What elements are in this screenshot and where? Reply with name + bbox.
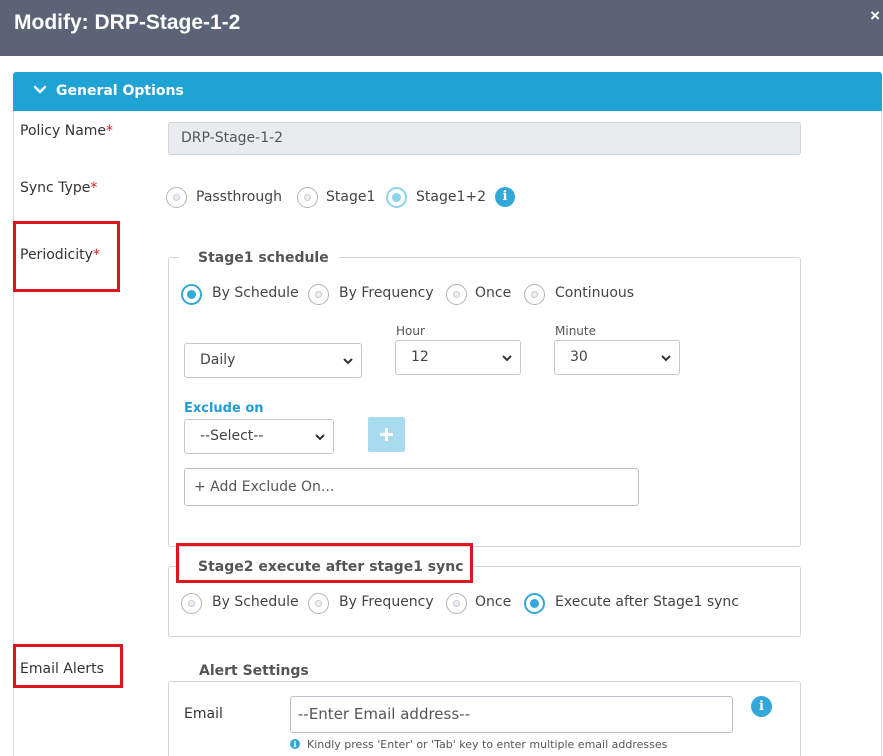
stage2-by-frequency-label[interactable]: By Frequency: [339, 593, 434, 611]
stage2-by-schedule-label[interactable]: By Schedule: [212, 593, 299, 611]
sync-type-stage1-label[interactable]: Stage1: [326, 188, 375, 206]
stage1-by-frequency-radio[interactable]: [308, 284, 329, 305]
stage2-legend: Stage2 execute after stage1 sync: [179, 557, 474, 577]
chevron-down-icon: [661, 355, 671, 362]
sync-type-passthrough-label[interactable]: Passthrough: [196, 188, 282, 206]
email-label: Email: [184, 706, 223, 722]
sync-type-label: Sync Type*: [20, 180, 98, 196]
exclude-on-select-value: --Select--: [200, 428, 264, 444]
stage1-by-schedule-radio[interactable]: [181, 284, 202, 305]
policy-name-field: DRP-Stage-1-2: [168, 122, 801, 155]
stage1-schedule-legend: Stage1 schedule: [179, 248, 339, 268]
sync-type-stage1-2-label[interactable]: Stage1+2: [416, 188, 486, 206]
chevron-down-icon: [502, 355, 512, 362]
email-hint-text: Kindly press 'Enter' or 'Tab' key to ent…: [307, 738, 668, 751]
stage1-once-label[interactable]: Once: [475, 284, 511, 302]
info-icon[interactable]: i: [751, 696, 772, 717]
stage2-by-frequency-radio[interactable]: [308, 593, 329, 614]
modal-header: Modify: DRP-Stage-1-2 ×: [0, 0, 883, 56]
add-exclude-on-input[interactable]: + Add Exclude On...: [184, 468, 639, 506]
stage1-continuous-radio[interactable]: [524, 284, 545, 305]
close-icon[interactable]: ×: [870, 6, 880, 26]
required-mark: *: [92, 247, 100, 263]
stage2-once-radio[interactable]: [446, 593, 467, 614]
sync-type-passthrough-radio[interactable]: [166, 187, 187, 208]
required-mark: *: [90, 180, 98, 196]
required-mark: *: [106, 123, 114, 139]
stage2-by-schedule-radio[interactable]: [181, 593, 202, 614]
minute-label: Minute: [555, 324, 596, 338]
exclude-on-select[interactable]: --Select--: [184, 419, 334, 454]
stage1-by-schedule-label[interactable]: By Schedule: [212, 284, 299, 302]
sync-type-stage1-radio[interactable]: [297, 187, 318, 208]
sync-type-stage1-2-radio[interactable]: [386, 187, 407, 208]
stage1-by-frequency-label[interactable]: By Frequency: [339, 284, 434, 302]
general-options-header[interactable]: General Options: [13, 72, 882, 111]
alert-settings-legend: Alert Settings: [180, 661, 319, 681]
stage2-execute-after-radio[interactable]: [524, 593, 545, 614]
minute-select-value: 30: [570, 349, 588, 365]
info-icon: i: [290, 739, 300, 749]
chevron-down-icon: [315, 434, 325, 441]
email-alerts-label: Email Alerts: [20, 661, 104, 677]
stage2-execute-after-label[interactable]: Execute after Stage1 sync: [555, 593, 739, 611]
frequency-select-value: Daily: [200, 352, 236, 368]
hour-select[interactable]: 12: [395, 340, 521, 375]
hour-select-value: 12: [411, 349, 429, 365]
general-options-title: General Options: [56, 83, 184, 99]
info-icon[interactable]: i: [495, 187, 515, 207]
add-exclude-button[interactable]: [368, 417, 405, 452]
minute-select[interactable]: 30: [554, 340, 680, 375]
modal-title: Modify: DRP-Stage-1-2: [14, 11, 241, 34]
email-input[interactable]: --Enter Email address--: [290, 696, 733, 733]
chevron-down-icon: [343, 358, 353, 365]
stage1-once-radio[interactable]: [446, 284, 467, 305]
periodicity-label: Periodicity*: [20, 247, 100, 263]
policy-name-label: Policy Name*: [20, 123, 114, 139]
stage2-once-label[interactable]: Once: [475, 593, 511, 611]
chevron-down-icon: [33, 85, 47, 94]
exclude-on-label: Exclude on: [184, 401, 264, 416]
hour-label: Hour: [396, 324, 425, 338]
frequency-select[interactable]: Daily: [184, 343, 362, 378]
stage1-continuous-label[interactable]: Continuous: [555, 284, 634, 302]
